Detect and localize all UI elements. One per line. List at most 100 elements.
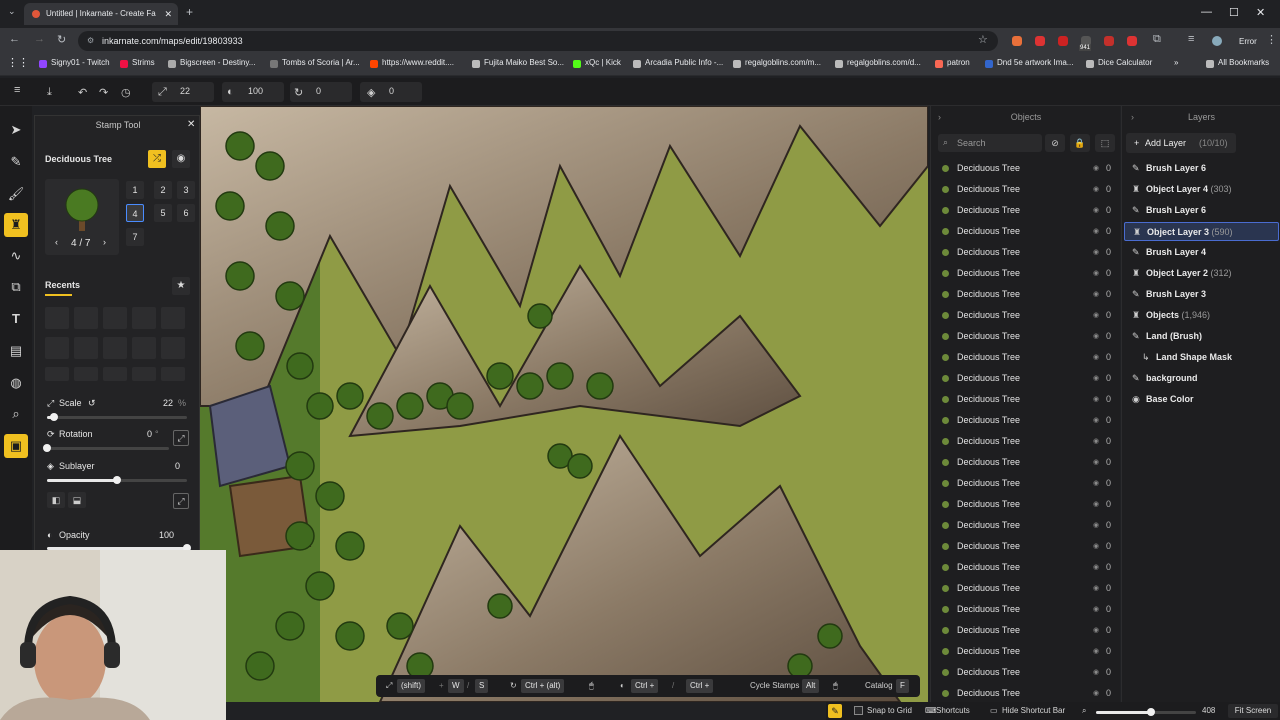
layer-row[interactable]: ◉ Base Color (1124, 390, 1279, 409)
tab-search-icon[interactable]: ⌄ (8, 6, 16, 17)
slider-knob[interactable] (113, 476, 121, 484)
recent-stamp[interactable] (161, 337, 185, 359)
recent-stamp[interactable] (45, 367, 69, 381)
extension-icon[interactable] (1127, 36, 1137, 46)
object-row[interactable]: Deciduous Tree ◉ 0 (931, 515, 1121, 536)
recent-stamp[interactable] (74, 307, 98, 329)
rotation-slider[interactable] (43, 444, 169, 452)
visibility-icon[interactable]: ◉ (1093, 284, 1099, 305)
more-bookmarks-icon[interactable]: » (1174, 58, 1178, 67)
object-row[interactable]: Deciduous Tree ◉ 0 (931, 305, 1121, 326)
object-row[interactable]: Deciduous Tree ◉ 0 (931, 452, 1121, 473)
reload-icon[interactable]: ↻ (57, 33, 66, 46)
visibility-icon[interactable]: ◉ (1093, 494, 1099, 515)
layer-row[interactable]: ✎ Land (Brush) (1124, 327, 1279, 346)
bookmark-item[interactable]: Bigscreen - Destiny... (168, 58, 255, 68)
variant-button[interactable]: 2 (154, 181, 172, 199)
layer-row[interactable]: ♜ Object Layer 2 (312) (1124, 264, 1279, 283)
object-row[interactable]: Deciduous Tree ◉ 0 (931, 242, 1121, 263)
object-row[interactable]: Deciduous Tree ◉ 0 (931, 578, 1121, 599)
bookmark-item[interactable]: Fujita Maiko Best So... (472, 58, 564, 68)
lock-icon[interactable]: 🔒 (1070, 134, 1090, 152)
visibility-icon[interactable]: ◉ (1093, 368, 1099, 389)
hide-icon[interactable]: ⊘ (1045, 134, 1065, 152)
layer-row[interactable]: ↳ Land Shape Mask (1124, 348, 1279, 367)
visibility-icon[interactable]: ◉ (1093, 305, 1099, 326)
path-tool-icon[interactable]: ∿ (4, 244, 28, 268)
select-all-icon[interactable]: ⬚ (1095, 134, 1115, 152)
layer-row[interactable]: ✎ Brush Layer 6 (1124, 201, 1279, 220)
visibility-icon[interactable]: ◉ (1093, 641, 1099, 662)
brush-tool-icon[interactable]: 🖌 (4, 182, 28, 206)
visibility-icon[interactable]: ◉ (1093, 473, 1099, 494)
snap-checkbox[interactable] (854, 706, 863, 715)
bookmark-item[interactable]: Strims (120, 58, 155, 68)
all-bookmarks-folder[interactable]: All Bookmarks (1206, 58, 1269, 68)
zoom-slider[interactable] (1096, 708, 1196, 716)
visibility-icon[interactable]: ◉ (1093, 389, 1099, 410)
slider-knob[interactable] (43, 444, 51, 452)
variant-button-selected[interactable]: 4 (126, 204, 144, 222)
reset-scale-icon[interactable]: ↺ (88, 398, 96, 409)
variant-button[interactable]: 1 (126, 181, 144, 199)
object-row[interactable]: Deciduous Tree ◉ 0 (931, 368, 1121, 389)
slider-knob[interactable] (50, 413, 58, 421)
random-rotation-icon[interactable]: ⤢ (173, 430, 189, 446)
object-row[interactable]: Deciduous Tree ◉ 0 (931, 662, 1121, 683)
bookmark-item[interactable]: Signy01 - Twitch (39, 58, 110, 68)
sublayer-slider[interactable] (47, 476, 187, 484)
bookmark-item[interactable]: regalgoblins.com/m... (733, 58, 821, 68)
object-row[interactable]: Deciduous Tree ◉ 0 (931, 179, 1121, 200)
recent-stamp[interactable] (103, 337, 127, 359)
adblock-extension-icon[interactable] (1058, 36, 1068, 46)
visibility-icon[interactable]: ◉ (1093, 158, 1099, 179)
zoom-value[interactable]: 408 (1202, 706, 1215, 715)
profile-error-label[interactable]: Error (1239, 37, 1257, 46)
redo-icon[interactable]: ↷ (99, 86, 108, 99)
visibility-icon[interactable]: ◉ (1093, 620, 1099, 641)
maximize-icon[interactable]: ☐ (1229, 6, 1239, 19)
recent-stamp[interactable] (74, 337, 98, 359)
globe-tool-icon[interactable]: ◍ (4, 371, 28, 395)
visibility-icon[interactable]: ◉ (1093, 431, 1099, 452)
recent-stamp[interactable] (103, 367, 127, 381)
profile-avatar-icon[interactable] (1212, 36, 1222, 46)
extension-icon[interactable] (1012, 36, 1022, 46)
object-row[interactable]: Deciduous Tree ◉ 0 (931, 326, 1121, 347)
reading-list-icon[interactable]: ≡ (1188, 33, 1194, 45)
object-row[interactable]: Deciduous Tree ◉ 0 (931, 284, 1121, 305)
object-row[interactable]: Deciduous Tree ◉ 0 (931, 641, 1121, 662)
rotation-field[interactable]: ↻ 0 (290, 82, 352, 102)
favorites-star-icon[interactable]: ★ (172, 277, 190, 295)
save-icon[interactable]: ▣ (4, 434, 28, 458)
bookmark-item[interactable]: Arcadia Public Info -... (633, 58, 723, 68)
scale-slider[interactable] (47, 413, 187, 421)
minimize-icon[interactable]: — (1201, 6, 1212, 18)
variant-button[interactable]: 3 (177, 181, 195, 199)
object-row[interactable]: Deciduous Tree ◉ 0 (931, 431, 1121, 452)
bookmark-item[interactable]: https://www.reddit.... (370, 58, 454, 68)
recent-stamp[interactable] (132, 307, 156, 329)
layer-row[interactable]: ✎ Brush Layer 3 (1124, 285, 1279, 304)
color-palette-icon[interactable]: ◉ (172, 150, 190, 168)
size-field[interactable]: ⤢ 22 (152, 82, 214, 102)
visibility-icon[interactable]: ◉ (1093, 452, 1099, 473)
visibility-icon[interactable]: ◉ (1093, 683, 1099, 704)
visibility-icon[interactable]: ◉ (1093, 263, 1099, 284)
random-variant-icon[interactable]: ⤮ (148, 150, 166, 168)
visibility-icon[interactable]: ◉ (1093, 557, 1099, 578)
prev-variant-icon[interactable]: ‹ (55, 237, 58, 247)
visibility-icon[interactable]: ◉ (1093, 536, 1099, 557)
layer-field[interactable]: ◈ 0 (360, 82, 422, 102)
visibility-icon[interactable]: ◉ (1093, 599, 1099, 620)
zoom-tool-icon[interactable]: ⌕ (4, 402, 28, 426)
recent-stamp[interactable] (132, 367, 156, 381)
rotation-value[interactable]: 0 (147, 429, 152, 439)
recent-stamp[interactable] (45, 337, 69, 359)
menu-icon[interactable]: ≡ (14, 84, 20, 96)
recent-stamp[interactable] (161, 367, 185, 381)
object-row[interactable]: Deciduous Tree ◉ 0 (931, 473, 1121, 494)
object-row[interactable]: Deciduous Tree ◉ 0 (931, 200, 1121, 221)
browser-menu-icon[interactable]: ⋮ (1266, 33, 1277, 46)
visibility-icon[interactable]: ◉ (1093, 200, 1099, 221)
